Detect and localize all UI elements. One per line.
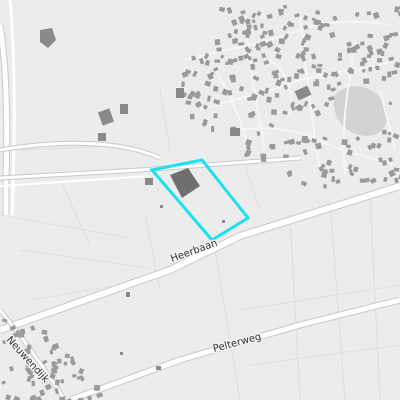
house <box>303 47 309 52</box>
house <box>323 184 327 189</box>
building-field-2 <box>156 366 161 370</box>
house <box>393 167 400 172</box>
house <box>338 52 343 58</box>
house <box>41 329 48 335</box>
house <box>51 367 58 374</box>
house <box>363 78 370 85</box>
building-field-3 <box>120 352 123 355</box>
house <box>31 380 35 387</box>
house <box>214 39 221 46</box>
house <box>250 63 256 71</box>
house <box>274 92 280 98</box>
house <box>301 135 309 142</box>
building-farm-2 <box>120 104 128 114</box>
house <box>380 50 385 57</box>
house <box>394 177 399 183</box>
house <box>64 353 71 359</box>
site-shed <box>222 220 225 223</box>
house <box>349 69 354 74</box>
house <box>238 42 245 46</box>
house <box>360 41 365 46</box>
site-annex-west <box>145 178 153 185</box>
house <box>375 66 380 71</box>
map-view[interactable]: Heerbaan Pelterweg Neuwendijk <box>0 0 400 400</box>
house <box>238 55 244 61</box>
house <box>360 61 365 66</box>
house <box>278 38 285 45</box>
house <box>354 11 360 17</box>
house <box>317 20 321 25</box>
map-canvas[interactable]: Heerbaan Pelterweg Neuwendijk <box>0 0 400 400</box>
house <box>214 59 221 63</box>
house <box>270 143 276 150</box>
house <box>287 76 292 83</box>
house <box>386 137 392 143</box>
house <box>368 66 373 72</box>
house <box>20 328 26 335</box>
house <box>381 75 387 82</box>
house <box>367 33 374 39</box>
house <box>366 11 371 16</box>
house <box>331 176 335 183</box>
house <box>290 103 295 108</box>
building-north-1 <box>176 88 184 98</box>
house <box>329 168 335 173</box>
house <box>260 153 267 158</box>
house <box>185 100 192 105</box>
house <box>293 73 300 79</box>
house <box>382 129 387 135</box>
house <box>315 68 322 74</box>
house <box>93 384 101 391</box>
house <box>57 358 62 364</box>
house <box>296 141 302 145</box>
building-farm-3 <box>98 133 106 141</box>
house <box>302 38 307 43</box>
house <box>189 113 195 120</box>
house <box>232 38 238 45</box>
house <box>362 69 366 73</box>
building-north-2 <box>230 128 240 136</box>
house <box>317 63 323 67</box>
house <box>181 81 185 88</box>
house <box>210 125 215 132</box>
house <box>271 109 277 115</box>
building-field-1 <box>126 292 130 297</box>
house <box>260 23 264 29</box>
house <box>87 395 92 400</box>
site-shed-2 <box>160 205 163 208</box>
house <box>377 58 383 63</box>
house <box>283 154 289 158</box>
house <box>227 58 234 65</box>
house <box>315 79 319 83</box>
house <box>387 71 392 78</box>
house <box>26 344 32 350</box>
house <box>216 47 222 52</box>
house <box>393 31 399 37</box>
house <box>213 113 218 119</box>
house <box>282 4 288 9</box>
house <box>63 361 68 366</box>
house <box>233 29 239 35</box>
house <box>260 156 267 162</box>
house <box>288 22 294 27</box>
house <box>326 84 331 90</box>
house <box>213 99 218 104</box>
